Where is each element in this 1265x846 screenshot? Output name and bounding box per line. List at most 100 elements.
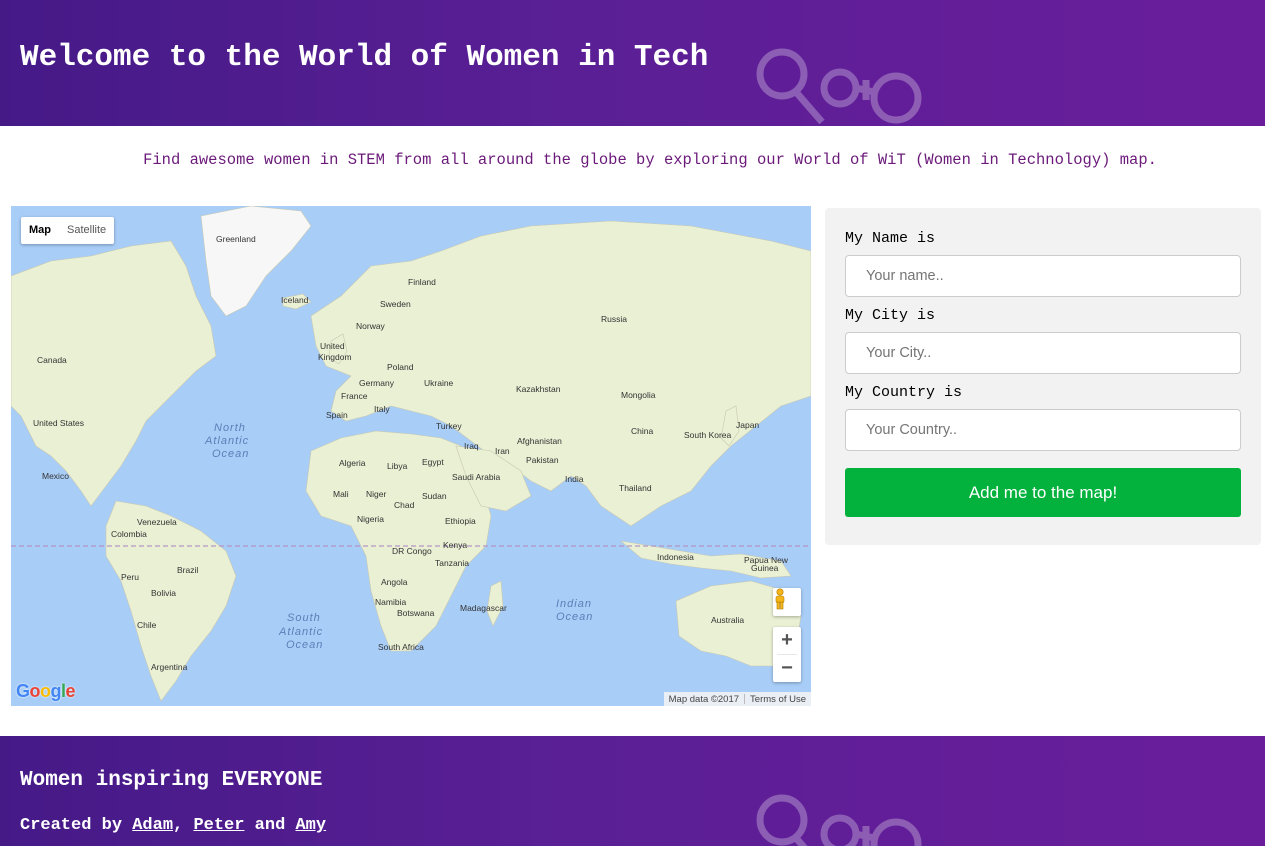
map-label: Peru bbox=[121, 572, 139, 582]
zoom-out-button[interactable]: − bbox=[773, 655, 801, 682]
map-label: Turkey bbox=[436, 421, 462, 431]
country-label: My Country is bbox=[845, 384, 963, 401]
map-label: China bbox=[631, 426, 653, 436]
map-label: Finland bbox=[408, 277, 436, 287]
street-view-pegman-icon bbox=[775, 588, 785, 610]
ocean-label: Atlantic bbox=[278, 626, 323, 638]
map-label: Saudi Arabia bbox=[452, 472, 500, 482]
site-header: Welcome to the World of Women in Tech bbox=[0, 0, 1265, 126]
credit-prefix: Created by bbox=[20, 816, 123, 835]
map-label: United States bbox=[33, 418, 84, 428]
map-label: Chile bbox=[137, 620, 157, 630]
map-attribution: Map data ©2017 Terms of Use bbox=[663, 692, 811, 706]
map-label: Kingdom bbox=[318, 352, 352, 362]
map-label: Botswana bbox=[397, 608, 435, 618]
zoom-control: + − bbox=[773, 627, 801, 682]
add-member-form: My Name is My City is My Country is Add … bbox=[825, 208, 1261, 545]
map-label: Chad bbox=[394, 500, 415, 510]
world-map[interactable]: Greenland Iceland Finland Sweden Norway … bbox=[11, 206, 811, 706]
credit-separator: , bbox=[173, 816, 184, 835]
city-label: My City is bbox=[845, 307, 936, 324]
map-label: Germany bbox=[359, 378, 395, 388]
ocean-label: South bbox=[287, 612, 321, 624]
map-label: Norway bbox=[356, 321, 386, 331]
google-logo[interactable]: Google bbox=[16, 681, 76, 702]
map-label: Canada bbox=[37, 355, 67, 365]
map-label: Angola bbox=[381, 577, 408, 587]
map-label: Italy bbox=[374, 404, 390, 414]
map-label: Madagascar bbox=[460, 603, 507, 613]
map-label: Venezuela bbox=[137, 517, 177, 527]
footer-heading: Women inspiring EVERYONE bbox=[20, 769, 323, 792]
ocean-label: Ocean bbox=[212, 448, 249, 460]
venus-symbols-icon bbox=[756, 48, 922, 125]
map-label: Thailand bbox=[619, 483, 652, 493]
tagline: Find awesome women in STEM from all arou… bbox=[143, 151, 1157, 169]
ocean-label: Ocean bbox=[286, 639, 323, 651]
name-label: My Name is bbox=[845, 230, 936, 247]
ocean-label: Atlantic bbox=[204, 435, 249, 447]
terms-of-use-link[interactable]: Terms of Use bbox=[745, 694, 811, 705]
author-link-adam[interactable]: Adam bbox=[132, 816, 173, 835]
map-label: Indonesia bbox=[657, 552, 694, 562]
map-label: Niger bbox=[366, 489, 386, 499]
add-me-button[interactable]: Add me to the map! bbox=[845, 468, 1241, 517]
map-label: Argentina bbox=[151, 662, 188, 672]
zoom-in-button[interactable]: + bbox=[773, 627, 801, 654]
map-label: Iraq bbox=[464, 441, 479, 451]
map-label: Australia bbox=[711, 615, 744, 625]
map-label: Nigeria bbox=[357, 514, 384, 524]
map-label: Algeria bbox=[339, 458, 366, 468]
ocean-label: Indian bbox=[556, 598, 592, 610]
map-label: South Korea bbox=[684, 430, 732, 440]
city-input[interactable] bbox=[845, 332, 1241, 374]
map-label: Sweden bbox=[380, 299, 411, 309]
author-link-peter[interactable]: Peter bbox=[193, 816, 244, 835]
street-view-button[interactable] bbox=[773, 588, 801, 616]
map-label: Kazakhstan bbox=[516, 384, 561, 394]
map-type-map-button[interactable]: Map bbox=[21, 217, 59, 244]
map-label: Iceland bbox=[281, 295, 309, 305]
map-label: Mali bbox=[333, 489, 349, 499]
map-label: France bbox=[341, 391, 368, 401]
map-label: Kenya bbox=[443, 540, 467, 550]
footer-credits: Created by Adam, Peter and Amy bbox=[20, 816, 326, 835]
map-label: United bbox=[320, 341, 345, 351]
map-label: Guinea bbox=[751, 563, 779, 573]
ocean-label: North bbox=[214, 422, 246, 434]
site-footer: Women inspiring EVERYONE Created by Adam… bbox=[0, 736, 1265, 846]
map-label: Egypt bbox=[422, 457, 444, 467]
map-label: Mexico bbox=[42, 471, 69, 481]
map-label: Tanzania bbox=[435, 558, 469, 568]
page-title: Welcome to the World of Women in Tech bbox=[20, 40, 709, 75]
map-label: Japan bbox=[736, 420, 759, 430]
map-canvas[interactable]: Greenland Iceland Finland Sweden Norway … bbox=[11, 206, 811, 706]
map-label: Brazil bbox=[177, 565, 198, 575]
map-label: Spain bbox=[326, 410, 348, 420]
map-label: Greenland bbox=[216, 234, 256, 244]
author-link-amy[interactable]: Amy bbox=[295, 816, 326, 835]
map-label: DR Congo bbox=[392, 546, 432, 556]
map-label: Iran bbox=[495, 446, 510, 456]
map-label: Mongolia bbox=[621, 390, 656, 400]
map-label: Bolivia bbox=[151, 588, 176, 598]
map-label: Namibia bbox=[375, 597, 406, 607]
map-label: Russia bbox=[601, 314, 627, 324]
venus-symbols-icon bbox=[756, 794, 922, 846]
map-label: Poland bbox=[387, 362, 414, 372]
map-data-text: Map data ©2017 bbox=[668, 693, 740, 705]
map-label: Colombia bbox=[111, 529, 147, 539]
country-input[interactable] bbox=[845, 409, 1241, 451]
map-label: Ukraine bbox=[424, 378, 454, 388]
credit-and: and bbox=[254, 816, 286, 835]
name-input[interactable] bbox=[845, 255, 1241, 297]
map-label: Sudan bbox=[422, 491, 447, 501]
ocean-label: Ocean bbox=[556, 611, 593, 623]
map-label: Pakistan bbox=[526, 455, 559, 465]
map-label: Libya bbox=[387, 461, 408, 471]
map-label: South Africa bbox=[378, 642, 424, 652]
map-label: Ethiopia bbox=[445, 516, 476, 526]
land-north-america bbox=[11, 240, 217, 507]
map-label: India bbox=[565, 474, 584, 484]
map-type-satellite-button[interactable]: Satellite bbox=[59, 217, 114, 244]
